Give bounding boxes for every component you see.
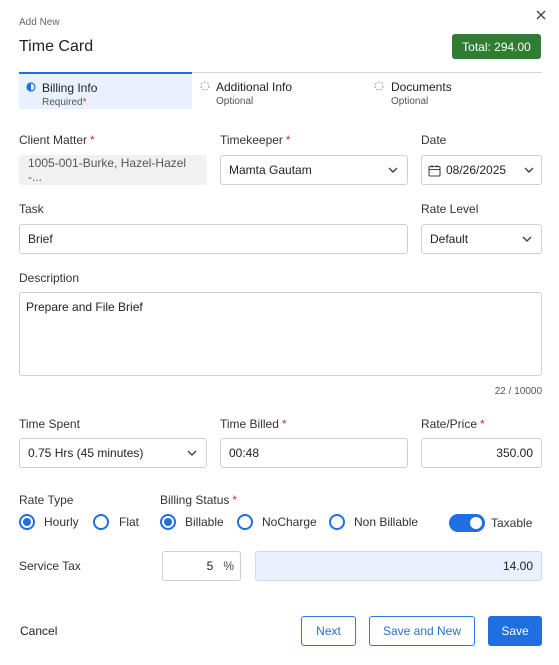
client-matter-value: 1005-001-Burke, Hazel-Hazel -... (28, 156, 187, 184)
save-and-new-button[interactable]: Save and New (369, 616, 475, 646)
total-badge: Total: 294.00 (452, 34, 541, 59)
rate-level-label: Rate Level (421, 202, 479, 216)
billing-status-label: Billing Status * (160, 493, 238, 507)
time-billed-label: Time Billed * (220, 417, 287, 431)
character-counter: 22 / 10000 (494, 386, 542, 397)
chevron-down-icon (186, 447, 198, 459)
description-value: Prepare and File Brief (26, 300, 143, 314)
step-documents[interactable]: Documents Optional (372, 74, 540, 110)
timekeeper-value: Mamta Gautam (229, 163, 312, 177)
radio-nocharge[interactable]: NoCharge (237, 514, 317, 530)
date-value: 08/26/2025 (446, 163, 507, 177)
close-icon[interactable] (534, 8, 548, 22)
radio-selected-icon (19, 514, 35, 530)
dialog-subtitle: Add New (19, 17, 60, 28)
rate-level-value: Default (430, 232, 469, 246)
chevron-down-icon (523, 164, 535, 176)
step-sub: Optional (216, 96, 254, 107)
taxable-label: Taxable (491, 516, 533, 530)
radio-unselected-icon (329, 514, 345, 530)
radio-hourly[interactable]: Hourly (19, 514, 79, 530)
service-tax-percent-input[interactable]: 5 % (162, 551, 241, 581)
service-tax-percent-value: 5 (206, 559, 214, 573)
calendar-icon (428, 164, 441, 177)
date-picker[interactable]: 08/26/2025 (421, 155, 542, 185)
client-matter-field[interactable]: 1005-001-Burke, Hazel-Hazel -... (19, 155, 207, 185)
half-circle-icon (26, 82, 36, 92)
service-tax-amount: 14.00 (255, 551, 542, 581)
radio-unselected-icon (237, 514, 253, 530)
radio-billable[interactable]: Billable (160, 514, 224, 530)
description-textarea[interactable]: Prepare and File Brief (19, 292, 542, 376)
step-additional-info[interactable]: Additional Info Optional (198, 74, 368, 110)
radio-flat-label: Flat (119, 515, 140, 529)
rate-level-select[interactable]: Default (421, 224, 542, 254)
step-title: Additional Info (216, 80, 293, 94)
radio-non-billable-label: Non Billable (354, 515, 419, 529)
client-matter-label: Client Matter * (19, 133, 95, 147)
date-label: Date (421, 133, 447, 147)
taxable-toggle[interactable]: Taxable (449, 514, 532, 532)
rate-price-value: 350.00 (496, 446, 533, 460)
time-spent-value: 0.75 Hrs (45 minutes) (28, 446, 144, 460)
time-billed-value: 00:48 (229, 446, 260, 460)
radio-nocharge-label: NoCharge (262, 515, 317, 529)
step-sub: Required (42, 97, 83, 108)
time-billed-input[interactable]: 00:48 (220, 438, 408, 468)
chevron-down-icon (521, 233, 533, 245)
rate-price-input[interactable]: 350.00 (421, 438, 542, 468)
task-value: Brief (28, 232, 53, 246)
radio-unselected-icon (93, 514, 109, 530)
timekeeper-label: Timekeeper * (220, 133, 291, 147)
rate-price-label: Rate/Price * (421, 417, 485, 431)
dashed-circle-icon (374, 81, 384, 91)
task-input[interactable]: Brief (19, 224, 408, 254)
radio-non-billable[interactable]: Non Billable (329, 514, 418, 530)
radio-flat[interactable]: Flat (93, 514, 139, 530)
cancel-button[interactable]: Cancel (20, 624, 57, 638)
steps-divider (192, 72, 542, 73)
dashed-circle-icon (200, 81, 210, 91)
step-billing-info[interactable]: Billing Info Required* (19, 72, 192, 109)
time-spent-select[interactable]: 0.75 Hrs (45 minutes) (19, 438, 207, 468)
timekeeper-select[interactable]: Mamta Gautam (220, 155, 408, 185)
toggle-switch[interactable] (449, 514, 485, 532)
task-label: Task (19, 202, 44, 216)
rate-type-label: Rate Type (19, 493, 74, 507)
service-tax-label: Service Tax (19, 559, 81, 573)
dialog-title: Time Card (19, 38, 94, 55)
percent-icon: % (223, 559, 234, 573)
description-label: Description (19, 271, 80, 285)
time-spent-label: Time Spent (19, 417, 80, 431)
required-mark: * (82, 97, 87, 108)
radio-selected-icon (160, 514, 176, 530)
step-title: Billing Info (42, 81, 98, 95)
step-sub: Optional (391, 96, 429, 107)
step-title: Documents (391, 80, 452, 94)
next-button[interactable]: Next (301, 616, 356, 646)
save-button[interactable]: Save (488, 616, 542, 646)
chevron-down-icon (387, 164, 399, 176)
service-tax-amount-value: 14.00 (502, 559, 533, 573)
radio-hourly-label: Hourly (44, 515, 79, 529)
radio-billable-label: Billable (185, 515, 224, 529)
